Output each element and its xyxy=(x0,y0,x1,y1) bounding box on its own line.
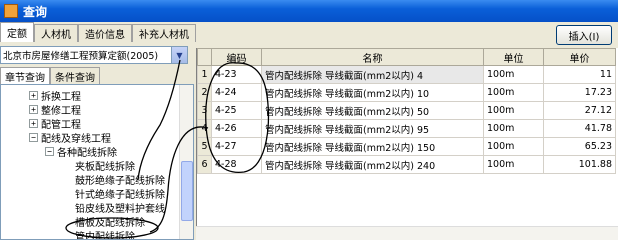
result-table: 编码 名称 单位 单价 1 4-23 管内配线拆除 导线截面(mm2以内) 4 … xyxy=(197,48,616,174)
tree-leaf-selected[interactable]: 管内配线拆除 xyxy=(75,228,135,240)
quota-select[interactable]: 北京市房屋修缮工程预算定额(2005) ▼ xyxy=(0,46,188,64)
row-number: 5 xyxy=(197,137,212,156)
insert-button[interactable]: 插入(I) xyxy=(556,25,612,45)
row-number: 4 xyxy=(197,119,212,138)
cell-price[interactable]: 11 xyxy=(543,65,616,84)
tree-item[interactable]: − 配线及穿线工程 xyxy=(29,130,111,145)
tree-item-label: 针式绝缘子配线拆除 xyxy=(75,189,165,201)
tree-leaf[interactable]: 鼓形绝缘子配线拆除 xyxy=(75,172,165,187)
collapse-icon[interactable]: − xyxy=(45,146,54,156)
tab-labor-material[interactable]: 人材机 xyxy=(34,24,78,42)
tab-supplementary[interactable]: 补充人材机 xyxy=(132,24,196,42)
tree-item[interactable]: − 各种配线拆除 xyxy=(45,144,117,159)
chapter-tree[interactable]: + 拆换工程 + 整修工程 + 配管工程 − 配线及穿线工程 − 各种配线拆除 … xyxy=(0,84,194,240)
cell-unit[interactable]: 100m xyxy=(483,83,544,102)
tree-item-label: 各种配线拆除 xyxy=(57,147,117,159)
table-row[interactable]: 3 4-25 管内配线拆除 导线截面(mm2以内) 50 100m 27.12 xyxy=(197,101,616,120)
table-row[interactable]: 4 4-26 管内配线拆除 导线截面(mm2以内) 95 100m 41.78 xyxy=(197,119,616,138)
cell-code[interactable]: 4-28 xyxy=(211,155,262,174)
collapse-icon[interactable]: − xyxy=(29,132,38,142)
cell-code[interactable]: 4-27 xyxy=(211,137,262,156)
cell-price[interactable]: 101.88 xyxy=(543,155,616,174)
tree-leaf[interactable]: 夹板配线拆除 xyxy=(75,158,135,173)
tree-item-label: 配管工程 xyxy=(41,119,81,131)
tree-item-label: 槽板及配线拆除 xyxy=(75,217,145,229)
cell-name[interactable]: 管内配线拆除 导线截面(mm2以内) 150 xyxy=(261,137,484,156)
tree-item-label: 拆换工程 xyxy=(41,91,81,103)
tab-cost-info[interactable]: 造价信息 xyxy=(78,24,132,42)
tree-item-label: 鼓形绝缘子配线拆除 xyxy=(75,175,165,187)
tree-item-label: 整修工程 xyxy=(41,105,81,117)
tree-item-label: 夹板配线拆除 xyxy=(75,161,135,173)
header-name[interactable]: 名称 xyxy=(261,48,484,66)
tree-item-label: 配线及穿线工程 xyxy=(41,133,111,145)
tree-leaf[interactable]: 针式绝缘子配线拆除 xyxy=(75,186,165,201)
cell-unit[interactable]: 100m xyxy=(483,137,544,156)
row-number: 1 xyxy=(197,65,212,84)
tree-item[interactable]: + 拆换工程 xyxy=(29,88,81,103)
expand-icon[interactable]: + xyxy=(29,104,38,114)
tree-leaf[interactable]: 槽板及配线拆除 xyxy=(75,214,145,229)
header-price[interactable]: 单价 xyxy=(543,48,616,66)
row-number: 3 xyxy=(197,101,212,120)
cell-price[interactable]: 17.23 xyxy=(543,83,616,102)
cell-unit[interactable]: 100m xyxy=(483,101,544,120)
tree-leaf[interactable]: 铅皮线及塑料护套线 xyxy=(75,200,165,215)
cell-name[interactable]: 管内配线拆除 导线截面(mm2以内) 240 xyxy=(261,155,484,174)
cell-name[interactable]: 管内配线拆除 导线截面(mm2以内) 4 xyxy=(261,65,484,84)
cell-unit[interactable]: 100m xyxy=(483,65,544,84)
title-bar: 查询 xyxy=(0,0,618,22)
app-icon xyxy=(4,4,18,18)
chevron-down-icon[interactable]: ▼ xyxy=(171,47,187,63)
cell-price[interactable]: 41.78 xyxy=(543,119,616,138)
cell-name[interactable]: 管内配线拆除 导线截面(mm2以内) 10 xyxy=(261,83,484,102)
table-row[interactable]: 2 4-24 管内配线拆除 导线截面(mm2以内) 10 100m 17.23 xyxy=(197,83,616,102)
main-tabs: 定额 人材机 造价信息 补充人材机 xyxy=(0,22,618,42)
tree-item[interactable]: + 整修工程 xyxy=(29,102,81,117)
table-row[interactable]: 5 4-27 管内配线拆除 导线截面(mm2以内) 150 100m 65.23 xyxy=(197,137,616,156)
tab-quota[interactable]: 定额 xyxy=(0,22,34,42)
cell-code[interactable]: 4-25 xyxy=(211,101,262,120)
table-row[interactable]: 1 4-23 管内配线拆除 导线截面(mm2以内) 4 100m 11 xyxy=(197,65,616,84)
tab-condition-query[interactable]: 条件查询 xyxy=(50,67,100,84)
cell-name[interactable]: 管内配线拆除 导线截面(mm2以内) 95 xyxy=(261,119,484,138)
tree-item-label: 铅皮线及塑料护套线 xyxy=(75,203,165,215)
cell-unit[interactable]: 100m xyxy=(483,119,544,138)
cell-code[interactable]: 4-23 xyxy=(211,65,262,84)
table-header: 编码 名称 单位 单价 xyxy=(197,48,616,66)
tree-item[interactable]: + 配管工程 xyxy=(29,116,81,131)
cell-price[interactable]: 65.23 xyxy=(543,137,616,156)
tab-chapter-query[interactable]: 章节查询 xyxy=(0,67,50,84)
cell-price[interactable]: 27.12 xyxy=(543,101,616,120)
expand-icon[interactable]: + xyxy=(29,118,38,128)
grid-scrollbar[interactable] xyxy=(196,226,618,240)
cell-name[interactable]: 管内配线拆除 导线截面(mm2以内) 50 xyxy=(261,101,484,120)
row-number: 6 xyxy=(197,155,212,174)
quota-select-value: 北京市房屋修缮工程预算定额(2005) xyxy=(3,51,159,62)
header-rownum xyxy=(197,48,212,66)
result-grid: 编码 名称 单位 单价 1 4-23 管内配线拆除 导线截面(mm2以内) 4 … xyxy=(196,48,618,240)
row-number: 2 xyxy=(197,83,212,102)
header-code[interactable]: 编码 xyxy=(211,48,262,66)
table-row[interactable]: 6 4-28 管内配线拆除 导线截面(mm2以内) 240 100m 101.8… xyxy=(197,155,616,174)
query-tabs: 章节查询 条件查询 xyxy=(0,67,194,84)
header-unit[interactable]: 单位 xyxy=(483,48,544,66)
expand-icon[interactable]: + xyxy=(29,90,38,100)
cell-unit[interactable]: 100m xyxy=(483,155,544,174)
window-title: 查询 xyxy=(23,4,48,19)
tree-scrollbar[interactable] xyxy=(179,85,193,239)
cell-code[interactable]: 4-24 xyxy=(211,83,262,102)
tree-item-label: 管内配线拆除 xyxy=(75,231,135,240)
cell-code[interactable]: 4-26 xyxy=(211,119,262,138)
scrollbar-thumb[interactable] xyxy=(181,161,193,221)
